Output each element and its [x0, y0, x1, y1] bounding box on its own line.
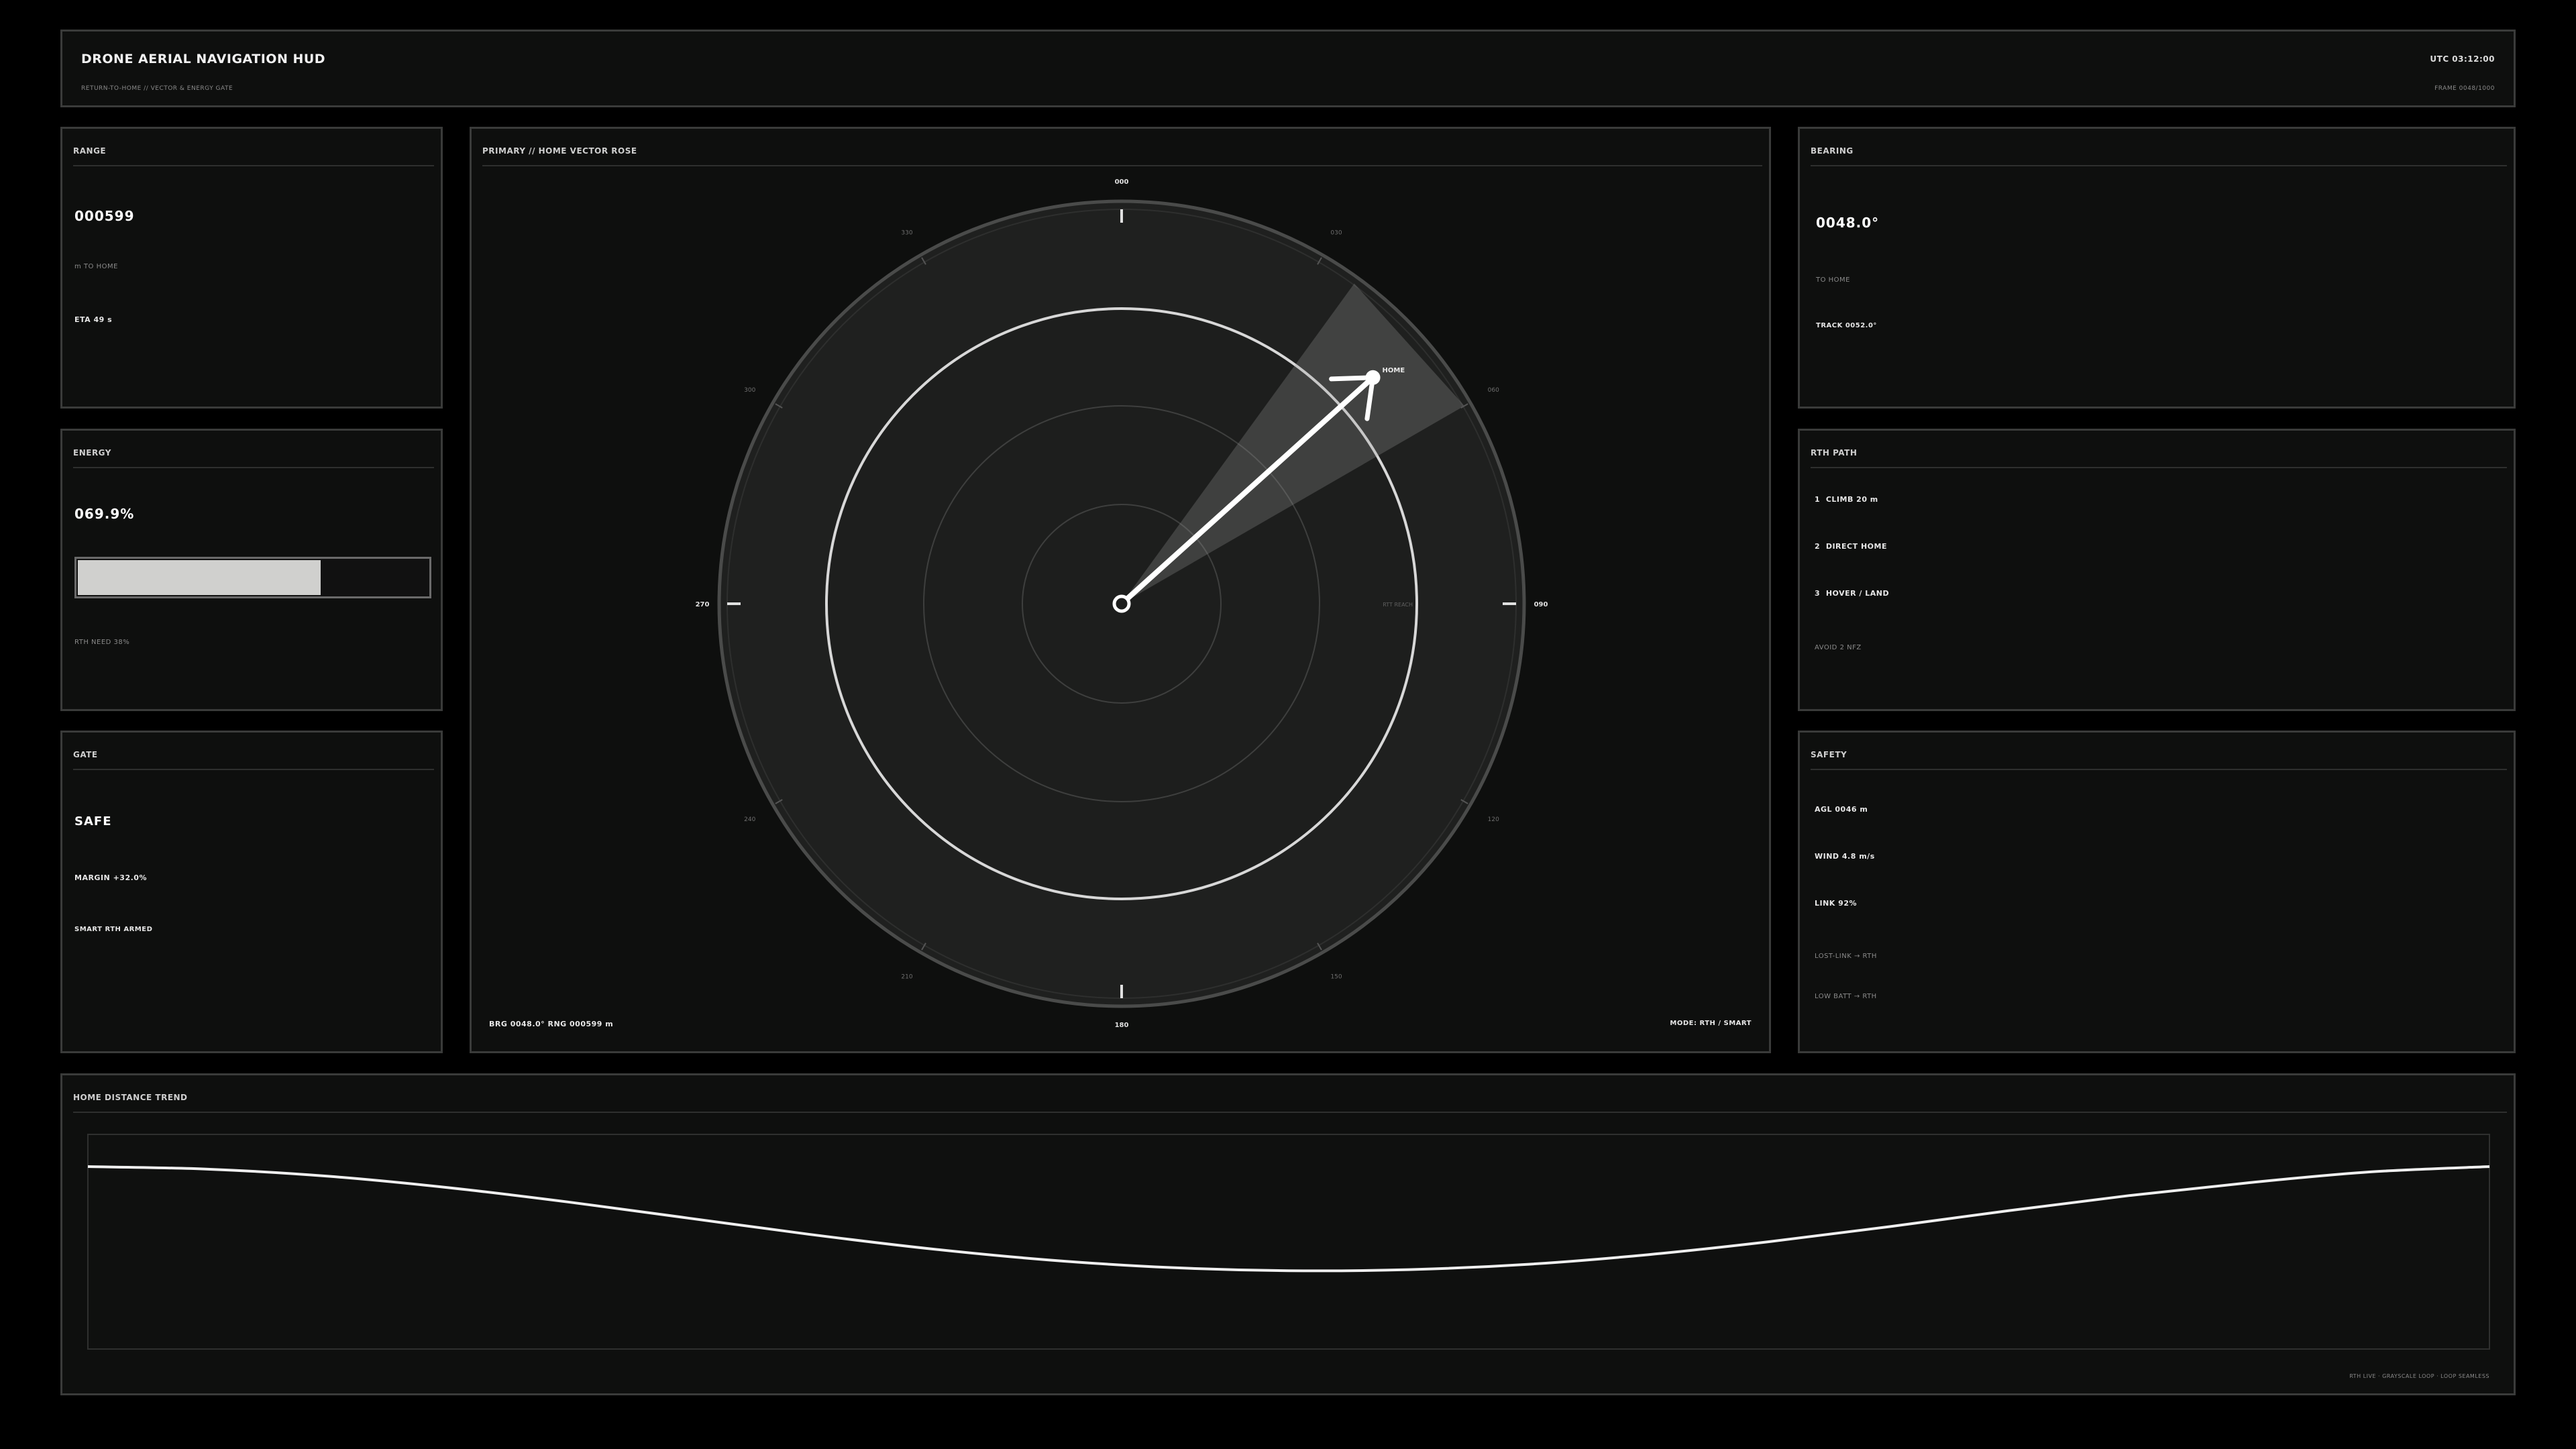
rth-step-3: 3 HOVER / LAND — [1815, 589, 1889, 598]
rose-tick-label-240: 240 — [744, 816, 755, 823]
app-subtitle: RETURN-TO-HOME // VECTOR & ENERGY GATE — [81, 85, 233, 92]
rose-tick-label-150: 150 — [1330, 973, 1342, 980]
range-eta: ETA 49 s — [74, 315, 113, 324]
range-title: RANGE — [73, 146, 434, 166]
gate-panel: GATE SAFE MARGIN +32.0% SMART RTH ARMED — [60, 731, 443, 1053]
utc-clock: UTC 03:12:00 — [2430, 54, 2495, 64]
safety-panel: SAFETY AGL 0046 m WIND 4.8 m/s LINK 92% … — [1798, 731, 2516, 1053]
rth-path-title: RTH PATH — [1811, 448, 2507, 468]
range-value: 000599 — [74, 208, 135, 224]
gate-title: GATE — [73, 750, 434, 770]
distance-trend-panel: HOME DISTANCE TREND RTH LIVE · GRAYSCALE… — [60, 1073, 2516, 1395]
low-batt-rule: LOW BATT → RTH — [1815, 993, 1877, 1000]
cardinal-n-label: 000 — [1115, 178, 1129, 186]
gate-margin: MARGIN +32.0% — [74, 873, 147, 882]
rose-tick-label-120: 120 — [1488, 816, 1499, 823]
energy-bar — [74, 557, 431, 598]
trend-plot-area — [87, 1134, 2490, 1350]
rose-tick-label-060: 060 — [1488, 387, 1499, 394]
bearing-range-readout: BRG 0048.0° RNG 000599 m — [489, 1020, 614, 1028]
rth-step-1-num: 1 — [1815, 495, 1821, 504]
energy-value: 069.9% — [74, 506, 135, 522]
energy-bar-fill — [78, 560, 321, 595]
mode-readout: MODE: RTH / SMART — [1670, 1020, 1752, 1027]
rth-step-3-num: 3 — [1815, 589, 1821, 598]
rth-step-2-num: 2 — [1815, 542, 1821, 551]
energy-title: ENERGY — [73, 448, 434, 468]
drone-center-marker — [1112, 594, 1131, 613]
bearing-title: BEARING — [1811, 146, 2507, 166]
cardinal-s-label: 180 — [1115, 1022, 1129, 1029]
cardinal-e-label: 090 — [1534, 601, 1548, 608]
frame-counter: FRAME 0048/1000 — [2434, 85, 2495, 92]
home-marker — [1365, 370, 1381, 385]
reach-label: RTT REACH — [1383, 602, 1413, 608]
rth-path-panel: RTH PATH 1 CLIMB 20 m 2 DIRECT HOME 3 HO… — [1798, 429, 2516, 711]
distance-trend-chart — [87, 1134, 2490, 1350]
rth-step-3-label: HOVER / LAND — [1825, 589, 1890, 598]
smart-rth-armed: SMART RTH ARMED — [74, 926, 153, 933]
rose-tick-label-330: 330 — [901, 230, 912, 237]
cardinal-w-label: 270 — [696, 601, 710, 608]
header-bar: DRONE AERIAL NAVIGATION HUD RETURN-TO-HO… — [60, 30, 2516, 107]
home-vector-rose: 000 090 180 270 RTT REACH 030 060 120 150 21… — [696, 178, 1548, 1029]
track-readout: TRACK 0052.0° — [1816, 322, 1877, 329]
rose-tick-label-210: 210 — [901, 973, 912, 980]
home-label: HOME — [1383, 367, 1405, 374]
lost-link-rule: LOST-LINK → RTH — [1815, 953, 1877, 960]
energy-panel: ENERGY 069.9% RTH NEED 38% — [60, 429, 443, 711]
trend-footer: RTH LIVE · GRAYSCALE LOOP · LOOP SEAMLES… — [2349, 1373, 2489, 1379]
to-home-label: TO HOME — [1816, 276, 1850, 284]
agl-readout: AGL 0046 m — [1815, 805, 1868, 814]
avoid-nfz-label: AVOID 2 NFZ — [1815, 644, 1862, 651]
primary-rose-panel: PRIMARY // HOME VECTOR ROSE 000 090 180 … — [470, 127, 1771, 1053]
app-title: DRONE AERIAL NAVIGATION HUD — [81, 52, 326, 66]
rose-tick-label-300: 300 — [744, 387, 755, 394]
gate-status: SAFE — [74, 814, 112, 828]
rth-step-1-label: CLIMB 20 m — [1825, 495, 1878, 504]
rth-step-2-label: DIRECT HOME — [1825, 542, 1887, 551]
link-readout: LINK 92% — [1815, 899, 1857, 908]
safety-title: SAFETY — [1811, 750, 2507, 770]
rth-step-1: 1 CLIMB 20 m — [1815, 495, 1878, 504]
rose-tick-label-030: 030 — [1330, 230, 1342, 237]
bearing-value: 0048.0° — [1816, 215, 1880, 231]
rth-step-2: 2 DIRECT HOME — [1815, 542, 1887, 551]
range-unit-label: m TO HOME — [74, 263, 118, 270]
rth-need-label: RTH NEED 38% — [74, 639, 130, 646]
wind-readout: WIND 4.8 m/s — [1815, 852, 1875, 861]
range-panel: RANGE 000599 m TO HOME ETA 49 s — [60, 127, 443, 409]
bearing-panel: BEARING 0048.0° TO HOME TRACK 0052.0° — [1798, 127, 2516, 409]
